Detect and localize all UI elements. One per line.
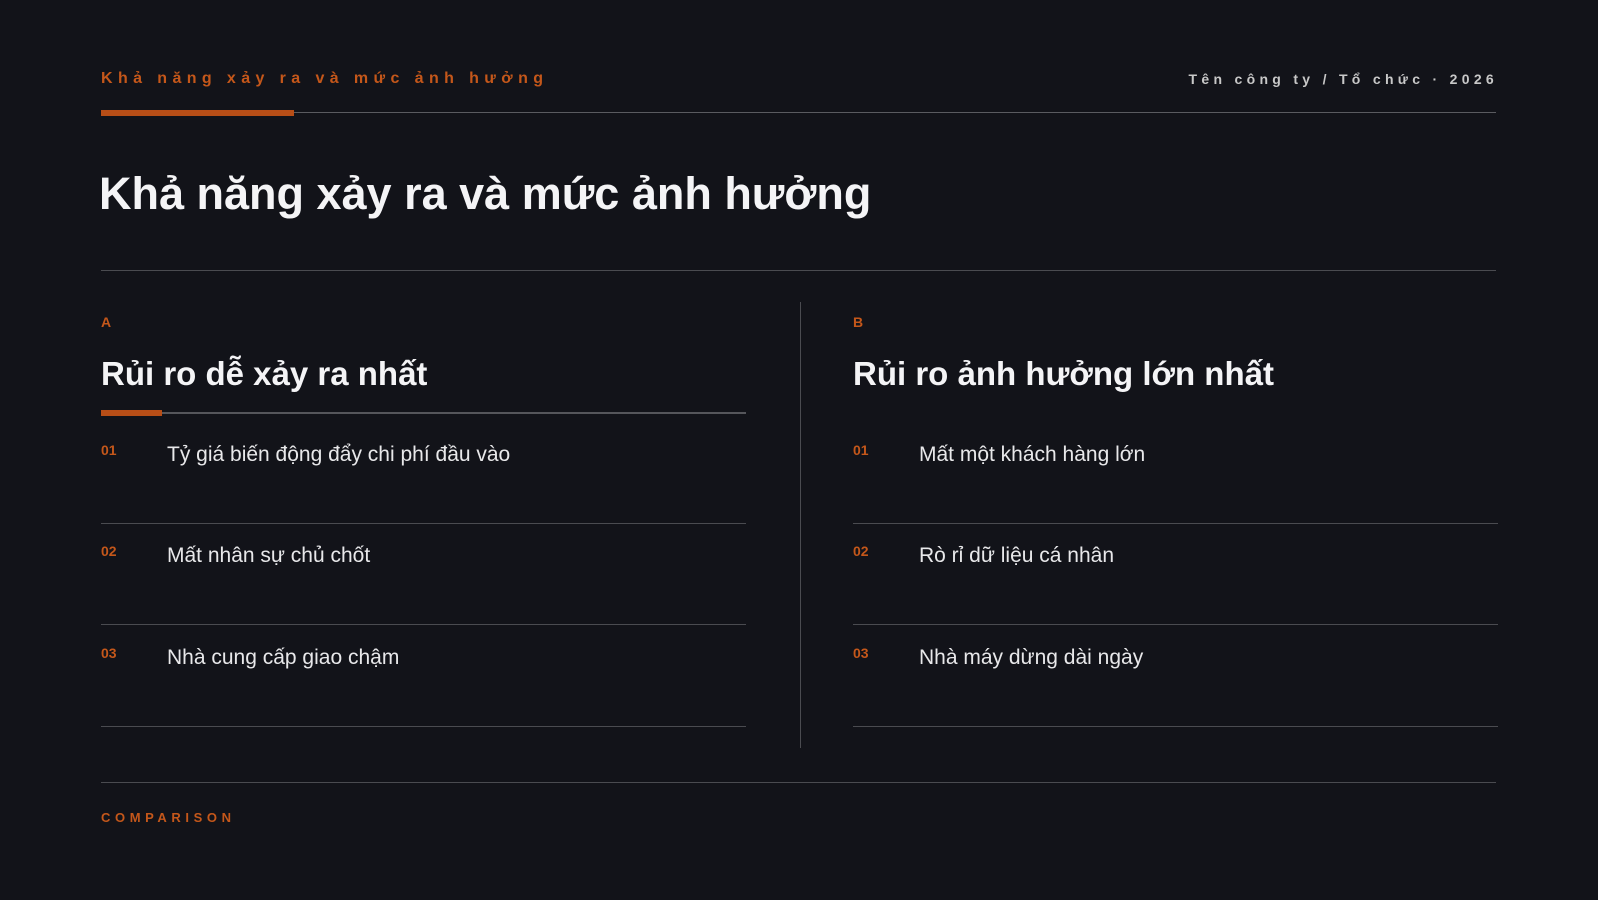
item-text: Nhà cung cấp giao chậm — [167, 646, 400, 669]
item-text: Mất một khách hàng lớn — [919, 443, 1146, 466]
item-divider — [853, 726, 1498, 727]
item-number: 01 — [101, 442, 117, 458]
column-b-heading: Rủi ro ảnh hưởng lớn nhất — [853, 355, 1274, 392]
list-item: 03 Nhà cung cấp giao chậm — [101, 626, 746, 727]
header-accent-bar — [101, 110, 294, 116]
item-divider — [101, 726, 746, 727]
column-divider — [800, 302, 801, 748]
footer-label: COMPARISON — [101, 810, 236, 825]
item-number: 01 — [853, 442, 869, 458]
list-item: 03 Nhà máy dừng dài ngày — [853, 626, 1498, 727]
item-divider — [853, 624, 1498, 625]
item-number: 02 — [853, 543, 869, 559]
organization-label: Tên công ty / Tổ chức · 2026 — [1188, 71, 1498, 87]
item-text: Rò rỉ dữ liệu cá nhân — [919, 544, 1114, 567]
item-text: Nhà máy dừng dài ngày — [919, 646, 1144, 669]
column-a-heading: Rủi ro dễ xảy ra nhất — [101, 355, 428, 392]
item-number: 02 — [101, 543, 117, 559]
column-a-letter: A — [101, 314, 112, 330]
item-text: Tỷ giá biến động đẩy chi phí đầu vào — [167, 443, 511, 466]
column-a-heading-divider — [101, 412, 746, 414]
item-number: 03 — [101, 645, 117, 661]
item-text: Mất nhân sự chủ chốt — [167, 544, 371, 567]
column-a-accent-bar — [101, 410, 162, 416]
list-item: 02 Mất nhân sự chủ chốt — [101, 524, 746, 625]
list-item: 01 Tỷ giá biến động đẩy chi phí đầu vào — [101, 423, 746, 524]
title-divider — [101, 270, 1496, 271]
list-item: 01 Mất một khách hàng lớn — [853, 423, 1498, 524]
page-title: Khả năng xảy ra và mức ảnh hưởng — [99, 168, 872, 219]
header-kicker: Khả năng xảy ra và mức ảnh hưởng — [101, 70, 549, 87]
footer-divider — [101, 782, 1496, 783]
column-b-letter: B — [853, 314, 864, 330]
header-divider — [101, 112, 1496, 113]
item-divider — [101, 624, 746, 625]
item-number: 03 — [853, 645, 869, 661]
list-item: 02 Rò rỉ dữ liệu cá nhân — [853, 524, 1498, 625]
